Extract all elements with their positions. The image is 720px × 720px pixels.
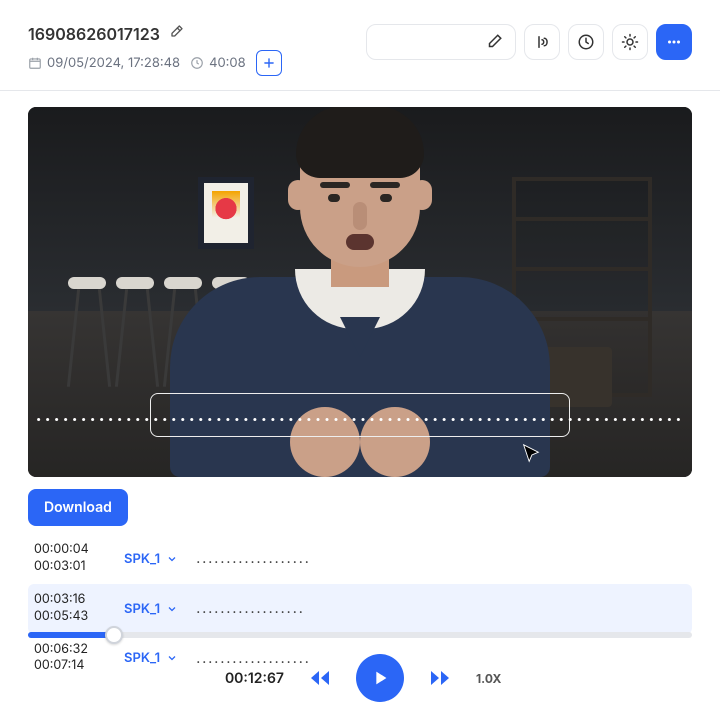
playback-speed[interactable]: 1.0X <box>476 671 516 686</box>
timestamp: 00:03:1600:05:43 <box>34 592 106 626</box>
current-time: 00:12:67 <box>204 670 284 687</box>
date-chip: 09/05/2024, 17:28:48 <box>28 55 180 71</box>
search-input[interactable] <box>366 24 516 60</box>
seek-track[interactable] <box>28 632 692 638</box>
transcript-row[interactable]: 00:03:1600:05:43 SPK_1.................. <box>28 584 692 634</box>
rewind-icon <box>308 666 332 690</box>
play-button[interactable] <box>356 654 404 702</box>
clock-icon <box>577 33 595 51</box>
header: 16908626017123 09/05/2024, 17:28:48 40:0… <box>28 24 692 76</box>
file-title: 16908626017123 <box>28 24 160 44</box>
theme-button[interactable] <box>612 24 648 60</box>
speaker-select[interactable]: SPK_1 <box>124 601 178 617</box>
history-button[interactable] <box>568 24 604 60</box>
play-icon <box>369 667 391 689</box>
divider <box>0 90 720 91</box>
caption-placeholder: ........................................… <box>36 405 685 426</box>
more-button[interactable] <box>656 24 692 60</box>
speaker-select[interactable]: SPK_1 <box>124 551 178 567</box>
date-text: 09/05/2024, 17:28:48 <box>47 55 180 71</box>
seek-fill <box>28 632 114 638</box>
sun-icon <box>621 33 639 51</box>
video-player[interactable]: ........................................… <box>28 107 692 477</box>
chevron-down-icon <box>166 553 178 565</box>
seek-knob[interactable] <box>105 626 123 644</box>
forward-button[interactable] <box>426 664 454 692</box>
rewind-button[interactable] <box>306 664 334 692</box>
cursor-icon <box>520 443 542 465</box>
voice-icon <box>533 33 551 51</box>
download-button[interactable]: Download <box>28 489 128 526</box>
transcript-row[interactable]: 00:00:0400:03:01 SPK_1................... <box>28 534 692 584</box>
dots-icon <box>665 33 683 51</box>
duration-text: 40:08 <box>209 55 246 71</box>
transcript-text: .................. <box>196 600 305 617</box>
duration-chip: 40:08 <box>190 55 246 71</box>
pencil-icon <box>485 33 503 51</box>
forward-icon <box>428 666 452 690</box>
transcript-text: ................... <box>196 550 311 567</box>
chevron-down-icon <box>166 603 178 615</box>
caption-box[interactable]: ........................................… <box>150 393 570 437</box>
redo-speaker-button[interactable] <box>524 24 560 60</box>
add-button[interactable] <box>256 50 282 76</box>
player-bar: 00:12:67 1.0X <box>28 632 692 702</box>
timestamp: 00:00:0400:03:01 <box>34 542 106 576</box>
edit-title-icon[interactable] <box>168 24 184 44</box>
